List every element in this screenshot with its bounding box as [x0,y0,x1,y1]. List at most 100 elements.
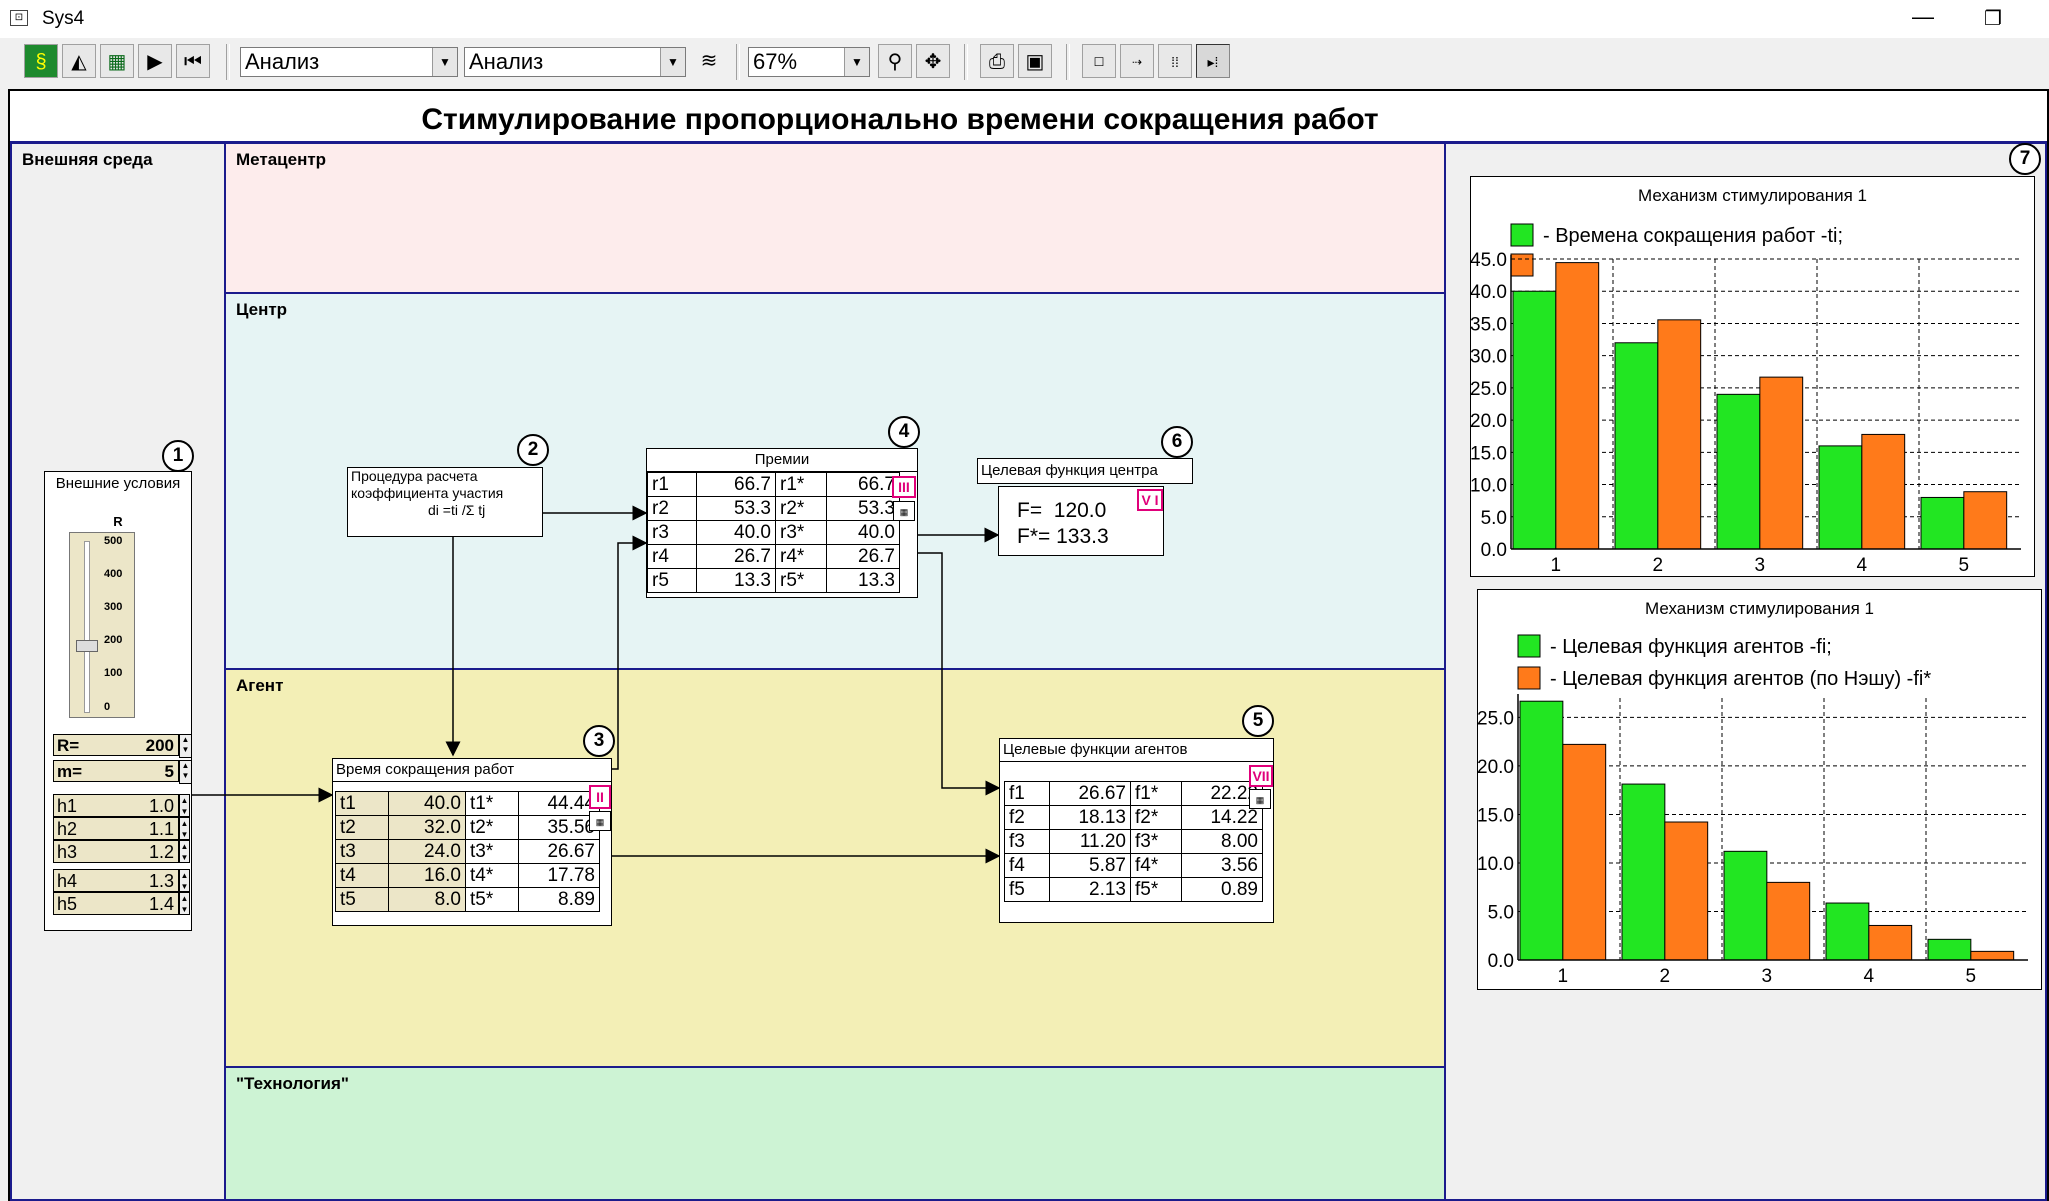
table-icon[interactable]: ▦ [589,811,611,831]
y-tick-label: 10.0 [1478,854,1514,875]
draw-icon[interactable]: ◭ [62,44,96,78]
chevron-down-icon[interactable]: ▼ [844,48,869,76]
block-participation-procedure[interactable]: Процедура расчета коэффициента участия d… [347,467,543,537]
row-value[interactable]: 32.0 [388,815,466,840]
text-box-icon[interactable]: ☐ [1082,44,1116,78]
m-field[interactable]: m= 5 [53,760,179,782]
zoom-select[interactable]: 67% ▼ [748,47,870,77]
h-spinner[interactable]: ▲ ▼ [179,817,190,840]
page-setup-icon[interactable]: ▣ [1018,44,1052,78]
row-value: 26.7 [696,544,776,569]
row-star-value: 26.67 [518,839,600,864]
r-field-value: 200 [145,736,174,755]
m-spinner[interactable]: ▲ ▼ [179,760,192,784]
text-arrow-icon[interactable]: ⇢ [1120,44,1154,78]
center-objective-title: Целевая функция центра [977,458,1193,484]
row-value[interactable]: 16.0 [388,863,466,888]
r-field-label: R= [57,736,80,755]
row-star-name: r1* [775,472,827,497]
arrow-3-to-4 [612,535,648,770]
x-tick-label: 4 [1864,966,1875,987]
row-star-value: 0.89 [1181,877,1263,902]
row-star-name: t2* [465,815,519,840]
legend-swatch [1510,223,1534,247]
row-name: r4 [647,544,697,569]
play-icon[interactable]: ▶ [138,44,172,78]
row-star-value: 8.00 [1181,829,1263,854]
block-reduction-time[interactable]: Время сокращения работ t1 40.0 t1* 44.44 t2 3… [332,758,612,926]
zoom-icon[interactable]: ⚲ [878,44,912,78]
y-tick-label: 30.0 [1471,347,1507,368]
block-external-conditions[interactable]: Внешние условия R 500 400 300 200 100 0 … [44,471,192,931]
h-spinner[interactable]: ▲ ▼ [179,840,190,863]
h-row[interactable]: h3 1.2 ▲ ▼ [53,840,191,863]
calculator-icon[interactable]: ▦ [100,44,134,78]
h-name: h5 [57,894,78,914]
row-star-name: f5* [1130,877,1182,902]
chevron-down-icon[interactable]: ▼ [432,48,457,76]
x-tick-label: 3 [1762,966,1773,987]
table-icon[interactable]: ▦ [893,501,915,521]
r-field[interactable]: R= 200 [53,734,179,756]
model-icon[interactable]: § [24,44,58,78]
pan-icon[interactable]: ✥ [916,44,950,78]
h-row[interactable]: h1 1.0 ▲ ▼ [53,794,191,817]
row-star-value: 17.78 [518,863,600,888]
slider-tick: 200 [104,634,123,646]
table-row: f2 18.13 f2* 14.22 [1004,805,1263,830]
row-name[interactable]: t2 [335,815,389,840]
row-name[interactable]: t4 [335,863,389,888]
row-name[interactable]: t3 [335,839,389,864]
slider-tick: 400 [104,568,123,580]
procedure-line-2: коэффициента участия [351,485,504,501]
mode-select-1[interactable]: Анализ ▼ [240,47,458,77]
rewind-icon[interactable]: ⏮ [176,44,210,78]
bar [1970,950,2015,961]
row-star-value: 8.89 [518,887,600,912]
h-row[interactable]: h2 1.1 ▲ ▼ [53,817,191,840]
grid-snap-icon[interactable]: ▸⁞ [1196,44,1230,78]
row-value[interactable]: 40.0 [388,791,466,816]
block-premiums[interactable]: Премии r1 66.7 r1* 66.7 r2 53.3 r2* 53.3 r3 40.0 r… [646,448,918,598]
h-row[interactable]: h5 1.4 ▲ ▼ [53,892,191,915]
r-spinner[interactable]: ▲ ▼ [179,734,192,758]
row-star-name: t1* [465,791,519,816]
minimize-button[interactable]: — [1912,4,1934,30]
h-spinner[interactable]: ▲ ▼ [179,892,190,915]
r-slider[interactable]: 500 400 300 200 100 0 [69,532,135,718]
mode-select-2[interactable]: Анализ ▼ [464,47,686,77]
bar [1562,743,1607,961]
layers-icon[interactable]: ≋ [692,44,726,78]
grid-dots-icon[interactable]: ⁞⁞ [1158,44,1192,78]
block-center-objective[interactable]: F= 120.0 F*= 133.3 V I [998,486,1164,556]
chevron-down-icon[interactable]: ▼ [660,48,685,76]
print-icon[interactable]: ⎙ [980,44,1014,78]
row-name[interactable]: t5 [335,887,389,912]
restore-button[interactable]: ❐ [1984,6,2002,31]
procedure-line-1: Процедура расчета [351,468,478,484]
agent-objectives-title: Целевые функции агентов [1000,739,1273,762]
bar [1621,783,1666,961]
h-spinner[interactable]: ▲ ▼ [179,794,190,817]
block-agent-objectives[interactable]: Целевые функции агентов f1 26.67 f1* 22.22 f… [999,738,1274,923]
row-value[interactable]: 24.0 [388,839,466,864]
row-star-value: 26.7 [826,544,900,569]
toolbar-separator [226,44,230,80]
row-star-value: 14.22 [1181,805,1263,830]
row-value: 5.87 [1049,853,1131,878]
slider-thumb[interactable] [76,640,98,652]
row-name: f1 [1004,781,1050,806]
h-row[interactable]: h4 1.3 ▲ ▼ [53,869,191,892]
row-value[interactable]: 8.0 [388,887,466,912]
table-icon[interactable]: ▦ [1249,789,1271,809]
chart-1-frame: Механизм стимулирования 1 - Времена сокра… [1470,176,2035,577]
arrow-4-to-5 [918,552,1001,796]
center-objective-F: F= 120.0 [1017,499,1107,522]
y-tick-label: 5.0 [1481,508,1507,529]
h-spinner[interactable]: ▲ ▼ [179,869,190,892]
row-name[interactable]: t1 [335,791,389,816]
x-tick-label: 5 [1959,555,1970,576]
y-tick-label: 20.0 [1478,757,1514,778]
chart-title: Механизм стимулирования 1 [1638,186,1867,205]
bar [1963,491,2008,550]
